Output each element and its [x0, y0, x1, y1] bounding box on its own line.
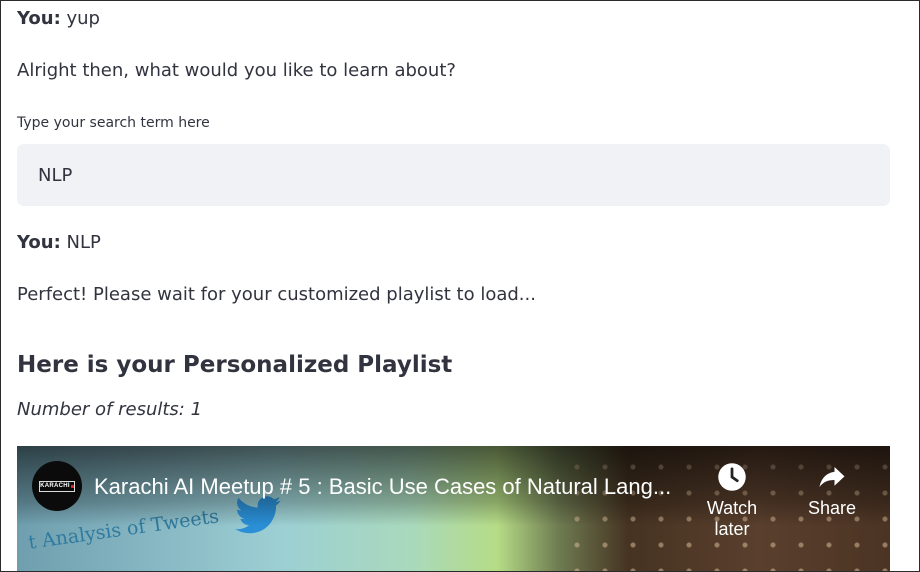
video-embed[interactable]: t Analysis of Tweets KARACHI Karachi AI …: [17, 446, 890, 571]
search-input-label: Type your search term here: [17, 115, 210, 131]
app-window: You: yup Alright then, what would you li…: [0, 0, 920, 572]
watch-later-label: Watch later: [706, 498, 758, 539]
share-arrow-icon: [819, 467, 845, 487]
channel-logo: KARACHI: [39, 480, 75, 492]
channel-avatar[interactable]: KARACHI: [32, 461, 82, 511]
speaker-label: You:: [17, 232, 61, 253]
speaker-label: You:: [17, 8, 61, 29]
video-title[interactable]: Karachi AI Meetup # 5 : Basic Use Cases …: [94, 473, 671, 501]
clock-icon: [718, 463, 746, 491]
share-button[interactable]: Share: [787, 462, 877, 519]
playlist-heading: Here is your Personalized Playlist: [17, 352, 453, 378]
chat-message-bot-wait: Perfect! Please wait for your customized…: [17, 284, 536, 305]
results-count: Number of results: 1: [17, 399, 203, 420]
watch-later-button[interactable]: Watch later: [687, 462, 777, 540]
message-text: NLP: [60, 232, 101, 253]
share-label: Share: [807, 498, 857, 518]
chat-message-user-1: You: yup: [17, 7, 100, 31]
message-text: yup: [60, 8, 100, 29]
chat-message-bot-prompt: Alright then, what would you like to lea…: [17, 60, 456, 81]
search-input[interactable]: [17, 144, 890, 206]
chat-message-user-2: You: NLP: [17, 231, 101, 255]
